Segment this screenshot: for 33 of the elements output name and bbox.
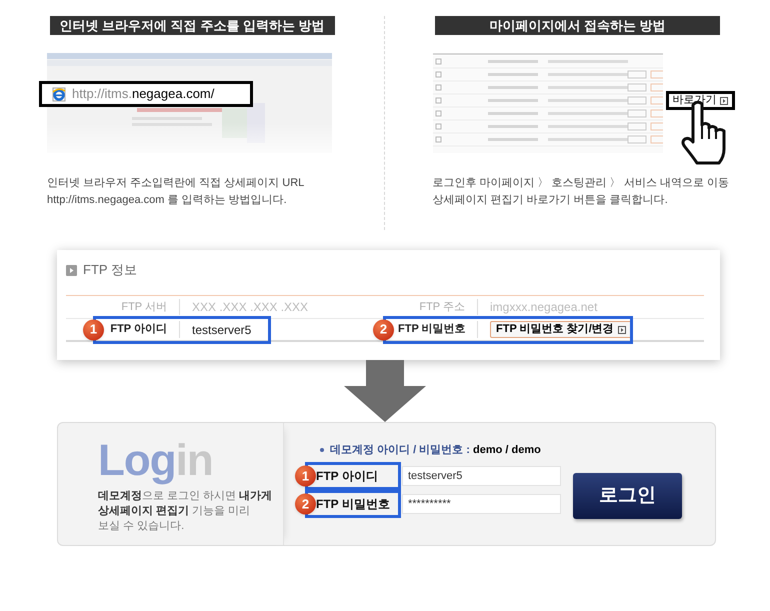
field-value: testserver5 bbox=[192, 322, 252, 338]
section-title: 마이페이지에서 접속하는 방법 bbox=[435, 16, 720, 35]
password-field[interactable]: ********** bbox=[402, 494, 561, 514]
login-description: 데모계정으로 로그인 하시면 내가게 상세페이지 편집기 기능을 미리 보실 수 있습니다. bbox=[98, 489, 274, 534]
url-text: http://itms.negagea.com/ bbox=[72, 85, 214, 104]
field-label: FTP 비밀번호 bbox=[316, 496, 390, 513]
field-label: FTP 아이디 bbox=[108, 321, 180, 338]
play-square-icon bbox=[720, 96, 728, 104]
field-value: imgxxx.negagea.net bbox=[490, 299, 598, 316]
field-label: FTP 아이디 bbox=[316, 468, 378, 485]
id-field[interactable]: testserver5 bbox=[402, 466, 561, 486]
field-value: XXX .XXX .XXX .XXX bbox=[192, 299, 308, 316]
down-arrow-icon bbox=[344, 360, 426, 422]
address-bar[interactable]: http://itms.negagea.com/ bbox=[39, 81, 253, 107]
find-password-button[interactable]: FTP 비밀번호 찾기/변경 bbox=[490, 321, 632, 338]
demo-account-text: 데모계정 아이디 / 비밀번호 : demo / demo bbox=[330, 442, 541, 458]
number-badge: 1 bbox=[295, 466, 316, 486]
panel-title: FTP 정보 bbox=[83, 261, 137, 280]
shortcut-button[interactable]: 바로가기 bbox=[666, 91, 734, 110]
number-badge: 1 bbox=[83, 319, 104, 340]
description-text: 인터넷 브라우저 주소입력란에 직접 상세페이지 URL http://itms.negagea.com 를 입력하는 방법입니다. bbox=[46, 176, 306, 208]
field-label: FTP 비밀번호 bbox=[398, 321, 478, 338]
number-badge: 2 bbox=[295, 494, 316, 514]
description-text: 로그인후 마이페이지 〉 호스팅관리 〉 서비스 내역으로 이동 상세페이지 편집기 바로가기 버튼을 클릭합니다. bbox=[432, 176, 730, 208]
bullet-icon bbox=[320, 448, 324, 452]
browser-e-icon bbox=[52, 86, 66, 102]
login-button[interactable]: 로그인 bbox=[573, 473, 682, 519]
number-badge: 2 bbox=[373, 319, 394, 340]
play-square-icon bbox=[618, 326, 626, 334]
field-label: FTP 서버 bbox=[108, 298, 180, 316]
section-title: 인터넷 브라우저에 직접 주소를 입력하는 방법 bbox=[50, 16, 334, 35]
field-label: FTP 주소 bbox=[398, 298, 478, 316]
arrow-square-icon bbox=[66, 264, 77, 276]
